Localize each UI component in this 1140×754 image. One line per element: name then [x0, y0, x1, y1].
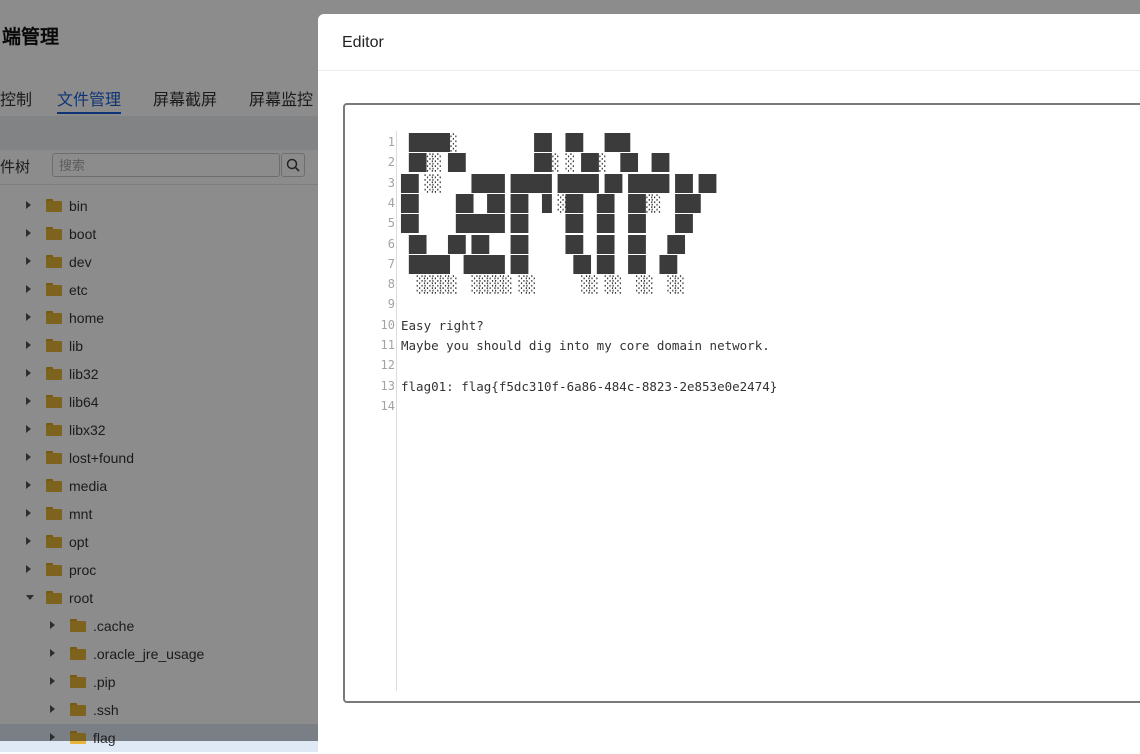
code-line: ░░░░░ ░░░░░ ░░ ░░ ░░ ░░ ░░: [401, 275, 685, 295]
line-number: 9: [387, 297, 395, 312]
line-number: 2: [387, 155, 395, 170]
code-line: ██ ██████ ██ ██ ██ ██ ██: [401, 214, 693, 234]
code-line: ██ ██ ██ ██ ██ ██ ██ ██: [401, 234, 685, 254]
code-editor[interactable]: 1 2 3 4 5 6 7 8 9 10 11 12 13 14 █████░ ██ ██ ███ ██░…: [343, 103, 1140, 703]
line-number: 4: [387, 195, 395, 210]
code-line: ██ ░░ ████ █████ █████ ██ █████ ██ ██: [401, 173, 716, 193]
line-number: 8: [387, 277, 395, 292]
line-number: 14: [380, 398, 395, 413]
line-number: 13: [380, 378, 395, 393]
dialog-header: Editor: [318, 14, 1140, 71]
line-number: 10: [380, 317, 395, 332]
gutter-divider: [396, 131, 397, 691]
dialog-title: Editor: [342, 34, 384, 51]
line-number-gutter: 1 2 3 4 5 6 7 8 9 10 11 12 13 14: [345, 105, 395, 701]
code-line: ██░░ ██ ██░ ░ ██░ ██ ██: [401, 153, 669, 173]
line-number: 1: [387, 135, 395, 149]
line-number: 3: [387, 175, 395, 190]
line-number: 5: [387, 216, 395, 231]
line-number: 6: [387, 236, 395, 251]
code-line: █████ █████ ██ ██ ██ ██ ██: [401, 254, 677, 274]
line-number: 7: [387, 256, 395, 271]
code-line: ██ ██ ██ ██ █ ░██ ██ ██░░ ███: [401, 193, 700, 213]
code-line: Easy right?: [401, 317, 484, 333]
editor-dialog: Editor 1 2 3 4 5 6 7 8 9 10 11 12 13 14 █████░ ██ ██ …: [318, 14, 1140, 754]
code-line: █████░ ██ ██ ███: [401, 133, 630, 152]
code-line: Maybe you should dig into my core domain…: [401, 338, 770, 353]
code-line: flag01: flag{f5dc310f-6a86-484c-8823-2e8…: [401, 378, 778, 394]
line-number: 11: [380, 338, 395, 352]
line-number: 12: [380, 358, 395, 373]
